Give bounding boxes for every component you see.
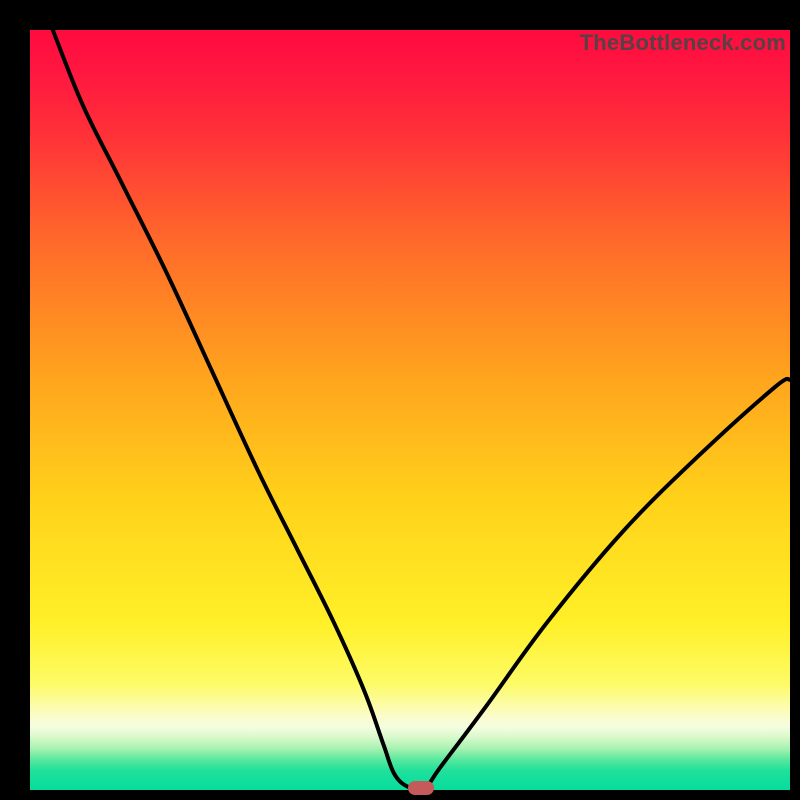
plot-area: TheBottleneck.com — [30, 30, 790, 790]
bottleneck-curve — [30, 30, 790, 790]
chart-frame: TheBottleneck.com — [10, 10, 790, 790]
optimal-marker — [408, 781, 434, 795]
